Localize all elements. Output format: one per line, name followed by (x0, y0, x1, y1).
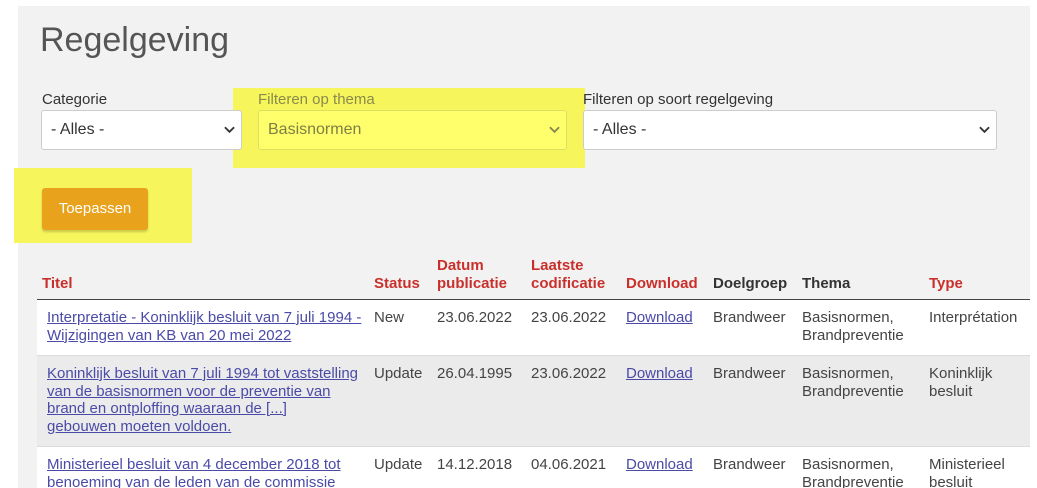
table-row: Ministerieel besluit van 4 december 2018… (37, 446, 1030, 488)
audience-cell: Brandweer (708, 446, 797, 488)
codification-date-cell: 04.06.2021 (526, 446, 621, 488)
chevron-down-icon (979, 126, 990, 134)
theme-cell: Basisnormen, Brandpreventie (797, 299, 924, 356)
title-cell: Koninklijk besluit van 7 juli 1994 tot v… (37, 355, 369, 447)
category-select[interactable]: - Alles - (41, 110, 242, 150)
theme-filter-select-value: Basisnormen (268, 121, 362, 138)
title-line: benoeming van de leden van de commissie (47, 473, 336, 488)
column-header-download: Download (621, 253, 708, 300)
sort-by-status-link[interactable]: Status (374, 275, 420, 292)
status-cell: New (369, 299, 432, 356)
regulation-type-select-value: - Alles - (593, 121, 647, 138)
regulations-table: Titel Status Datum publicatie Laatste co… (37, 253, 1030, 488)
theme-filter-label: Filteren op thema (258, 91, 375, 108)
column-header-titel: Titel (37, 253, 369, 300)
audience-cell: Brandweer (708, 299, 797, 356)
published-date-cell: 23.06.2022 (432, 299, 526, 356)
sort-by-laatste-codificatie-link[interactable]: Laatste codificatie (531, 257, 605, 292)
title-cell: Interpretatie - Koninklijk besluit van 7… (37, 299, 369, 356)
title-line: brand en ontploffing waaraan de [...] (47, 400, 287, 417)
doelgroep-header-label: Doelgroep (713, 274, 788, 292)
sort-by-titel-link[interactable]: Titel (42, 275, 73, 292)
column-header-laatste-codificatie: Laatste codificatie (526, 253, 621, 300)
title-line: Ministerieel besluit van 4 december 2018… (47, 456, 341, 473)
regulation-title-link[interactable]: Ministerieel besluit van 4 december 2018… (42, 456, 364, 488)
published-date-cell: 14.12.2018 (432, 446, 526, 488)
table-row: Koninklijk besluit van 7 juli 1994 tot v… (37, 355, 1030, 447)
page: Regelgeving Categorie - Alles - Filteren… (0, 0, 1037, 488)
title-line: gebouwen moeten voldoen. (47, 417, 232, 435)
chevron-down-icon (224, 126, 235, 134)
status-cell: Update (369, 446, 432, 488)
status-cell: Update (369, 355, 432, 447)
theme-cell: Basisnormen, Brandpreventie (797, 355, 924, 447)
apply-button[interactable]: Toepassen (42, 188, 148, 230)
download-link[interactable]: Download (626, 456, 693, 473)
theme-cell: Basisnormen, Brandpreventie (797, 446, 924, 488)
chevron-down-icon (549, 126, 560, 134)
regulation-title-link[interactable]: Interpretatie - Koninklijk besluit van 7… (42, 309, 364, 344)
download-cell: Download (621, 355, 708, 447)
download-link[interactable]: Download (626, 365, 693, 382)
title-cell: Ministerieel besluit van 4 december 2018… (37, 446, 369, 488)
category-select-value: - Alles - (51, 121, 105, 138)
download-cell: Download (621, 446, 708, 488)
title-line: van de basisnormen voor de preventie van (47, 382, 331, 400)
title-line: Koninklijk besluit van 7 juli 1994 tot v… (47, 365, 359, 382)
audience-cell: Brandweer (708, 355, 797, 447)
regulation-title-link[interactable]: Koninklijk besluit van 7 juli 1994 tot v… (42, 365, 364, 435)
category-label: Categorie (42, 91, 108, 108)
download-cell: Download (621, 299, 708, 356)
title-line: Wijzigingen van KB van 20 mei 2022 (47, 326, 292, 344)
type-cell: Interprétation (924, 299, 1030, 356)
table-row: Interpretatie - Koninklijk besluit van 7… (37, 299, 1030, 356)
title-line: Interpretatie - Koninklijk besluit van 7… (47, 309, 362, 326)
thema-header-label: Thema (802, 274, 851, 292)
sort-by-type-link[interactable]: Type (929, 275, 963, 292)
type-cell: Ministerieel besluit (924, 446, 1030, 488)
regulation-type-label: Filteren op soort regelgeving (583, 91, 774, 108)
column-header-status: Status (369, 253, 432, 300)
column-header-datum-publicatie: Datum publicatie (432, 253, 526, 300)
codification-date-cell: 23.06.2022 (526, 299, 621, 356)
download-link[interactable]: Download (626, 309, 693, 326)
table-header-row: Titel Status Datum publicatie Laatste co… (37, 253, 1030, 300)
theme-filter-select[interactable]: Basisnormen (258, 110, 567, 150)
column-header-doelgroep: Doelgroep (708, 253, 797, 300)
published-date-cell: 26.04.1995 (432, 355, 526, 447)
codification-date-cell: 23.06.2022 (526, 355, 621, 447)
sort-by-download-link[interactable]: Download (626, 275, 698, 292)
column-header-type: Type (924, 253, 1030, 300)
page-title: Regelgeving (40, 21, 230, 59)
column-header-thema: Thema (797, 253, 924, 300)
sort-by-datum-publicatie-link[interactable]: Datum publicatie (437, 257, 507, 292)
regulation-type-select[interactable]: - Alles - (583, 110, 997, 150)
type-cell: Koninklijk besluit (924, 355, 1030, 447)
regulations-table-container: Titel Status Datum publicatie Laatste co… (37, 253, 1030, 488)
